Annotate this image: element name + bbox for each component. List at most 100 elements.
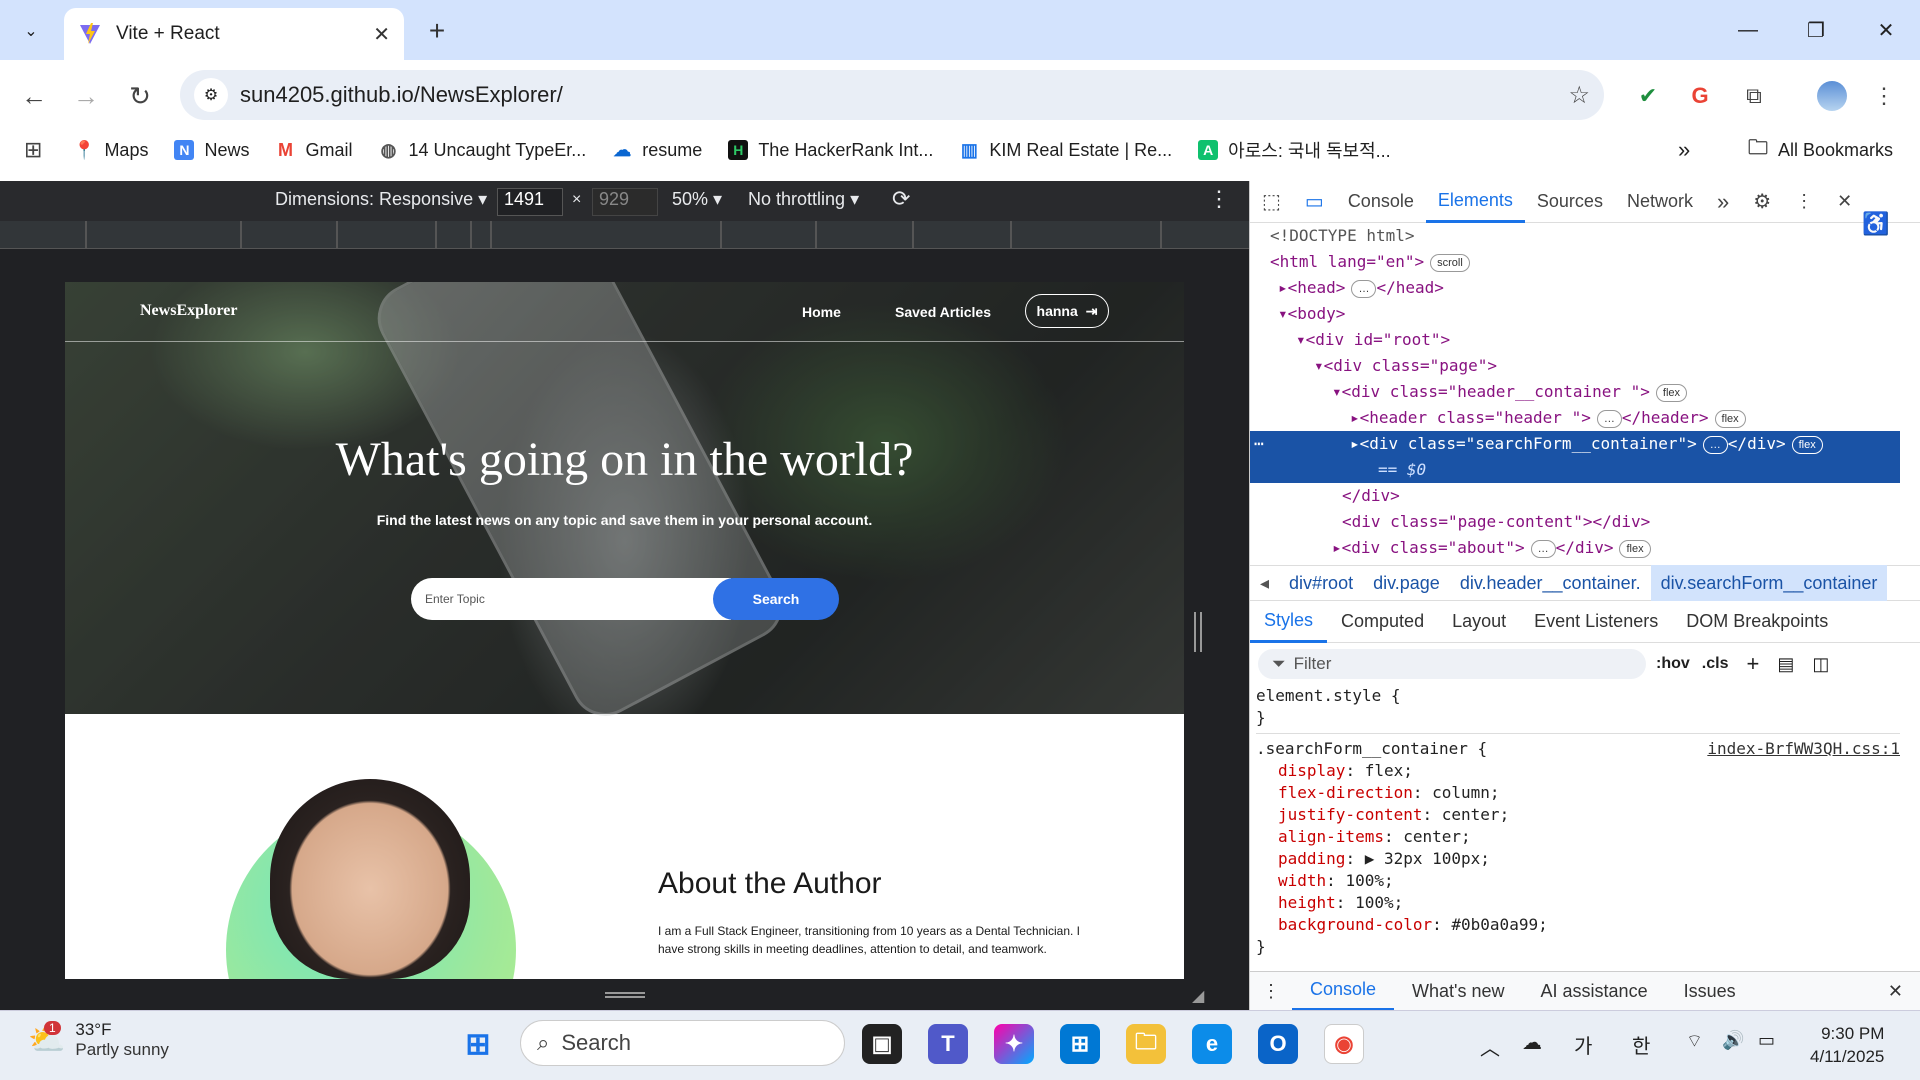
bookmark-kim-real-estate[interactable]: ▥ KIM Real Estate | Re... (959, 140, 1172, 161)
user-logout-button[interactable]: hanna ⇥ (1025, 294, 1109, 328)
bookmark-typeerror[interactable]: ◍ 14 Uncaught TypeEr... (378, 140, 587, 161)
breadcrumb-root[interactable]: div#root (1279, 565, 1363, 601)
teams-icon[interactable]: T (928, 1024, 968, 1064)
close-devtools-icon[interactable]: ✕ (1825, 181, 1864, 223)
dom-head[interactable]: ▸<head>… </head> (1250, 275, 1900, 301)
dom-div-close[interactable]: </div> (1250, 483, 1900, 509)
search-button[interactable]: Search (713, 578, 839, 620)
more-tabs-icon[interactable]: » (1705, 181, 1741, 223)
resize-corner-icon[interactable]: ◢ (1192, 986, 1204, 1006)
onedrive-icon[interactable]: ☁ (1522, 1030, 1542, 1055)
dom-header[interactable]: ▸<header class="header ">… </header> flex (1250, 405, 1900, 431)
google-lens-icon[interactable]: G (1682, 78, 1718, 114)
media-query-ruler[interactable] (0, 221, 1249, 249)
css-property-name[interactable]: padding (1278, 849, 1345, 868)
dom-header-container[interactable]: ▾<div class="header__container "> flex (1250, 379, 1900, 405)
device-more-icon[interactable]: ⋮ (1208, 186, 1230, 212)
tab-dom-breakpoints[interactable]: DOM Breakpoints (1672, 601, 1842, 643)
resize-handle-side[interactable] (1194, 612, 1202, 652)
menu-kebab-icon[interactable]: ⋮ (1866, 78, 1902, 114)
new-tab-button[interactable]: + (420, 14, 454, 48)
element-style-rule[interactable]: element.style { (1256, 685, 1900, 707)
css-property-name[interactable]: display (1278, 761, 1345, 780)
ellipsis-badge[interactable]: … (1530, 539, 1556, 558)
rule-selector[interactable]: .searchForm__container { (1256, 739, 1487, 758)
tab-console[interactable]: Console (1336, 181, 1426, 223)
flex-badge[interactable]: flex (1619, 539, 1651, 558)
restore-button[interactable]: ❐ (1786, 8, 1846, 52)
copilot-icon[interactable]: ✦ (994, 1024, 1034, 1064)
css-property-name[interactable]: height (1278, 893, 1336, 912)
css-property-row[interactable]: background-color: #0b0a0a99; (1256, 914, 1900, 936)
browser-tab[interactable]: Vite + React ✕ (64, 8, 404, 60)
css-property-value[interactable]: flex; (1365, 761, 1413, 780)
scroll-badge[interactable]: scroll (1430, 253, 1470, 272)
zoom-select[interactable]: 50% ▾ (672, 189, 722, 210)
node-actions-icon[interactable]: ⋯ (1254, 431, 1264, 457)
inspect-element-icon[interactable]: ⬚ (1250, 181, 1293, 223)
css-property-row[interactable]: width: 100%; (1256, 870, 1900, 892)
css-property-name[interactable]: width (1278, 871, 1326, 890)
css-property-name[interactable]: align-items (1278, 827, 1384, 846)
css-property-row[interactable]: justify-content: center; (1256, 804, 1900, 826)
accessibility-icon[interactable]: ♿ (1862, 211, 1889, 237)
dom-doctype[interactable]: <!DOCTYPE html> (1250, 223, 1900, 249)
tab-layout[interactable]: Layout (1438, 601, 1520, 643)
drawer-tab-console[interactable]: Console (1292, 972, 1395, 1011)
css-property-value[interactable]: 100%; (1345, 871, 1393, 890)
bookmark-aros[interactable]: A 아로스: 국내 독보적... (1198, 137, 1391, 163)
close-window-button[interactable]: ✕ (1856, 8, 1916, 52)
chrome-icon[interactable]: ◉ (1324, 1024, 1364, 1064)
dom-page-content[interactable]: <div class="page-content"></div> (1250, 509, 1900, 535)
topic-search-input[interactable]: Enter Topic (411, 578, 731, 620)
sidebar-toggle-icon[interactable]: ◫ (1812, 654, 1829, 675)
tray-chevron-icon[interactable]: ︿ (1480, 1032, 1500, 1061)
dom-search-form-selected[interactable]: ⋯ ▸<div class="searchForm__container">… </… (1250, 431, 1900, 457)
settings-gear-icon[interactable]: ⚙ (1741, 181, 1783, 223)
tab-search-button[interactable]: ⌄ (14, 14, 48, 48)
flex-badge[interactable]: flex (1655, 383, 1688, 402)
windows-start-icon[interactable]: ⊞ (458, 1024, 498, 1064)
site-info-icon[interactable]: ⚙ (194, 78, 228, 112)
dimensions-select[interactable]: Dimensions: Responsive ▾ (275, 189, 487, 210)
volume-icon[interactable]: 🔊 (1722, 1030, 1744, 1051)
css-property-name[interactable]: flex-direction (1278, 783, 1413, 802)
system-clock[interactable]: 9:30 PM 4/11/2025 (1810, 1022, 1884, 1068)
extension-check-icon[interactable]: ✔ (1630, 78, 1666, 114)
weather-widget[interactable]: ⛅ 1 33°F Partly sunny (28, 1020, 169, 1060)
all-bookmarks-button[interactable]: 🗀 All Bookmarks (1748, 137, 1893, 161)
css-property-value[interactable]: #0b0a0a99; (1451, 915, 1547, 934)
drawer-tab-whats-new[interactable]: What's new (1394, 972, 1522, 1011)
dom-html[interactable]: <html lang="en"> scroll (1250, 249, 1900, 275)
bookmark-maps[interactable]: 📍 Maps (73, 140, 148, 161)
throttling-select[interactable]: No throttling ▾ (748, 189, 859, 210)
rotate-icon[interactable]: ⟳ (892, 186, 910, 212)
css-property-value[interactable]: column; (1432, 783, 1499, 802)
nav-home-link[interactable]: Home (802, 304, 841, 320)
taskbar-search[interactable]: ⌕ Search (520, 1020, 845, 1066)
flex-badge[interactable]: flex (1791, 435, 1823, 454)
tab-network[interactable]: Network (1615, 181, 1705, 223)
rule-source-link[interactable]: index-BrfWW3QH.css:1 (1707, 738, 1900, 760)
extensions-puzzle-icon[interactable]: ⧉ (1736, 78, 1772, 114)
wifi-icon[interactable]: ⌔ (1686, 1030, 1703, 1053)
crumb-left-icon[interactable]: ◂ (1250, 565, 1279, 601)
drawer-tab-ai-assistance[interactable]: AI assistance (1523, 972, 1666, 1011)
reload-button[interactable]: ↻ (122, 78, 158, 114)
css-property-row[interactable]: align-items: center; (1256, 826, 1900, 848)
apps-grid-icon[interactable]: ⊞ (24, 137, 42, 163)
bookmark-hackerrank[interactable]: H The HackerRank Int... (728, 140, 933, 161)
url-text[interactable]: sun4205.github.io/NewsExplorer/ (240, 82, 1568, 108)
minimize-button[interactable]: — (1718, 8, 1778, 52)
css-property-row[interactable]: display: flex; (1256, 760, 1900, 782)
new-rule-icon[interactable]: + (1746, 651, 1759, 677)
css-property-value[interactable]: center; (1403, 827, 1470, 846)
tab-sources[interactable]: Sources (1525, 181, 1615, 223)
tab-elements[interactable]: Elements (1425, 181, 1525, 223)
ime-hangul[interactable]: 한 (1632, 1030, 1650, 1059)
styles-filter-input[interactable]: ⏷ Filter (1258, 649, 1646, 679)
file-explorer-icon[interactable]: 🗀 (1126, 1024, 1166, 1064)
devtools-menu-icon[interactable]: ⋮ (1783, 181, 1825, 223)
bookmark-news[interactable]: N News (174, 140, 249, 161)
css-property-name[interactable]: background-color (1278, 915, 1432, 934)
